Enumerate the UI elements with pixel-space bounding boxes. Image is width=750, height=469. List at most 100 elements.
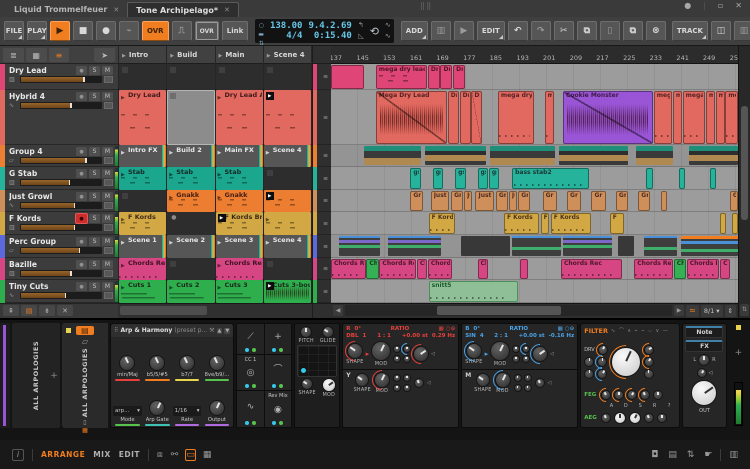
arranger-track-lane[interactable]	[331, 145, 738, 167]
clip-play-icon[interactable]	[266, 214, 270, 223]
track-strip-row[interactable]: ≡	[313, 145, 331, 167]
add-button[interactable]: ADD	[401, 21, 428, 41]
launcher-scrollbar[interactable]	[118, 303, 312, 318]
mute-button[interactable]: M	[102, 192, 113, 201]
solo-button[interactable]: S	[89, 282, 100, 291]
automation-toggle-icon[interactable]: ≈	[686, 305, 699, 317]
arranger-clip[interactable]: m	[716, 91, 725, 145]
record-arm-button[interactable]	[76, 169, 87, 178]
feg-knob[interactable]	[614, 390, 624, 400]
arranger-clip[interactable]	[679, 168, 686, 190]
arranger-track-lane[interactable]: snitt5	[331, 280, 738, 303]
record-arm-button[interactable]	[76, 260, 87, 269]
transport-display-column[interactable]: 138.00 4/4	[270, 20, 303, 42]
sub-small-knob[interactable]	[393, 374, 401, 382]
clip-play-icon[interactable]	[266, 192, 274, 200]
solo-button[interactable]: S	[89, 92, 100, 101]
touch-panel-icon[interactable]: ☛	[704, 450, 712, 460]
aeg-knob[interactable]	[644, 413, 654, 423]
volume-slider[interactable]	[20, 157, 102, 164]
clip-slot[interactable]	[264, 258, 311, 280]
op-mod-knob[interactable]	[490, 341, 510, 361]
clip-slot[interactable]	[264, 167, 311, 190]
arranger-clip[interactable]: Ch	[674, 259, 686, 280]
clip-play-icon[interactable]	[169, 147, 173, 156]
note-button[interactable]: Note	[685, 326, 723, 338]
overdub-button[interactable]: OVR	[142, 21, 169, 41]
arranger-track-lane[interactable]: F Kords F Kords F F Kords F	[331, 212, 738, 235]
track-row[interactable]: Tiny Cuts S M ∿	[0, 280, 118, 303]
preset-down-icon[interactable]: ▼	[224, 328, 230, 334]
xy-pad[interactable]	[297, 345, 337, 377]
clip-play-icon[interactable]	[218, 92, 222, 101]
delete-button[interactable]: ⊗	[646, 21, 666, 41]
clip-slot[interactable]	[167, 90, 214, 145]
scrollbar-thumb[interactable]	[120, 306, 207, 315]
clip-play-icon[interactable]	[218, 192, 222, 201]
operator-ratio[interactable]: 2 : 1	[488, 333, 515, 339]
sub-small-knob[interactable]	[524, 384, 532, 392]
clip-play-icon[interactable]	[266, 237, 270, 246]
pan-knob[interactable]	[698, 354, 710, 366]
operator-mode[interactable]: DBL	[346, 333, 358, 339]
send-knob[interactable]	[697, 368, 707, 378]
arranger-clip[interactable]: Ju	[509, 191, 517, 212]
lfo-modulator[interactable]: ∿	[237, 391, 263, 427]
close-icon[interactable]: ✕	[57, 305, 73, 316]
op-small-knob[interactable]	[512, 355, 520, 363]
arranger-track-lane[interactable]: Chords Rec Ch Chords Rec Ch Chords I Ch	[331, 258, 738, 280]
arranger-clip[interactable]: Gr	[616, 191, 628, 212]
maximize-icon[interactable]: ▫	[718, 1, 723, 10]
feg-knob[interactable]	[653, 390, 663, 400]
arranger-clip[interactable]: mega dr	[683, 91, 705, 145]
parameter-dropdown[interactable]: 1/16▾	[173, 406, 202, 416]
track-output-box[interactable]	[104, 224, 113, 231]
drag-handle-icon[interactable]: ⠿	[114, 327, 118, 334]
clip-play-icon[interactable]	[218, 260, 222, 269]
volume-slider[interactable]	[20, 102, 102, 109]
record-arm-button[interactable]	[76, 282, 87, 291]
track-output-box[interactable]	[104, 270, 113, 277]
link-button[interactable]: Link	[222, 21, 249, 41]
clip-slot[interactable]: Dry Lead Alt	[216, 90, 263, 145]
transport-display-column[interactable]: 9.4.2.69 0:15.40	[308, 20, 351, 42]
arranger-clip[interactable]: F Kords	[429, 213, 455, 235]
solo-button[interactable]: S	[89, 192, 100, 201]
arranger-clip[interactable]: Chords Rec	[687, 259, 720, 280]
arranger-clip[interactable]: Just	[431, 191, 449, 212]
arranger-clip[interactable]: Gr	[410, 191, 422, 212]
arranger-clip[interactable]: F Kords	[504, 213, 539, 235]
scroll-left-icon[interactable]: ◀	[333, 305, 343, 316]
filter-knob[interactable]	[597, 357, 607, 367]
scene-launch-button[interactable]: Scene 4	[264, 46, 311, 64]
info-icon[interactable]: i	[12, 449, 24, 461]
parameter-knob[interactable]	[149, 400, 165, 416]
project-tab[interactable]: Tone Archipelago* ✕	[127, 2, 239, 17]
clip-play-icon[interactable]	[218, 282, 222, 291]
vertical-scrollbar[interactable]: ⇅	[738, 46, 750, 318]
device-panel-icon[interactable]: ▭	[186, 450, 195, 460]
play-button[interactable]: ▶	[50, 21, 70, 41]
track-output-box[interactable]	[104, 292, 113, 299]
arranger-clip[interactable]: mega	[725, 91, 738, 145]
arranger-clip[interactable]: bass stab2	[512, 168, 589, 190]
clip-slot[interactable]: Scene 3	[216, 235, 263, 258]
clip-slot[interactable]	[264, 212, 311, 235]
mixer-panel-icon[interactable]: ▥	[729, 450, 738, 460]
clip-slot[interactable]	[119, 64, 166, 90]
clip-slot[interactable]	[264, 64, 311, 90]
arranger-track-lane[interactable]: Gr Just Gr Ju Just Gr Ju	[331, 190, 738, 212]
record-arm-button[interactable]	[76, 66, 87, 75]
track-strip-row[interactable]: ≡	[313, 235, 331, 258]
dual-panel-button[interactable]: ◫	[711, 21, 731, 41]
sub-small-knob[interactable]	[524, 374, 532, 382]
midi-cc-modulator[interactable]: CC 1 ◎	[237, 355, 263, 391]
volume-slider[interactable]	[20, 76, 102, 83]
clip-slot[interactable]	[167, 212, 214, 235]
aeg-knob[interactable]	[614, 412, 626, 424]
operator-phase[interactable]: 0°	[354, 326, 361, 332]
track-strip-row[interactable]: ≡	[313, 212, 331, 235]
scene-play-icon[interactable]	[170, 51, 174, 59]
track-row[interactable]: Hybrid 4 S M ∿	[0, 90, 118, 145]
track-menu-icon[interactable]: ≡	[323, 288, 328, 295]
